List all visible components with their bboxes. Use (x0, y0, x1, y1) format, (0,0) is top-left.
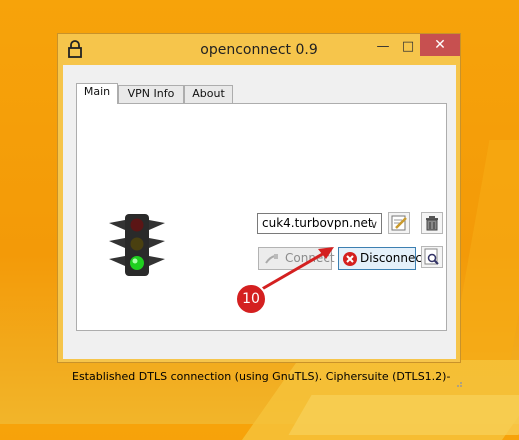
chevron-down-icon[interactable]: ∨ (370, 215, 378, 234)
trash-icon (426, 216, 438, 231)
title-bar[interactable]: openconnect 0.9 — □ ✕ (58, 34, 460, 64)
annotation-step-badge: 10 (235, 283, 267, 315)
minimize-button[interactable]: — (369, 38, 397, 56)
server-select-value: cuk4.turbovpn.net (262, 216, 373, 230)
tab-vpn-info[interactable]: VPN Info (118, 85, 184, 103)
tab-main[interactable]: Main (76, 83, 118, 104)
delete-server-button[interactable] (421, 212, 443, 234)
edit-server-button[interactable] (388, 212, 410, 234)
close-button[interactable]: ✕ (420, 34, 460, 56)
plug-icon (265, 254, 278, 264)
traffic-light-icon (109, 214, 165, 276)
status-bar-text: Established DTLS connection (using GnuTL… (72, 370, 450, 383)
log-search-icon (424, 248, 439, 265)
maximize-button[interactable]: □ (394, 38, 422, 56)
disconnect-icon (343, 252, 357, 266)
resize-grip-icon[interactable] (453, 378, 463, 388)
edit-icon (391, 215, 407, 231)
view-log-button[interactable] (421, 246, 443, 268)
desktop-decor (288, 395, 519, 435)
disconnect-button[interactable]: Disconnect (338, 247, 427, 270)
app-window: openconnect 0.9 — □ ✕ Main VPN Info Abou… (57, 33, 462, 387)
tab-about[interactable]: About (184, 85, 233, 103)
connect-button-label: Connect (285, 251, 335, 265)
client-area: Main VPN Info About cuk4.turbovpn.net ∨ (63, 65, 462, 387)
connect-button[interactable]: Connect (258, 247, 335, 270)
server-select[interactable]: cuk4.turbovpn.net ∨ (257, 213, 382, 234)
disconnect-button-label: Disconnect (360, 251, 427, 265)
